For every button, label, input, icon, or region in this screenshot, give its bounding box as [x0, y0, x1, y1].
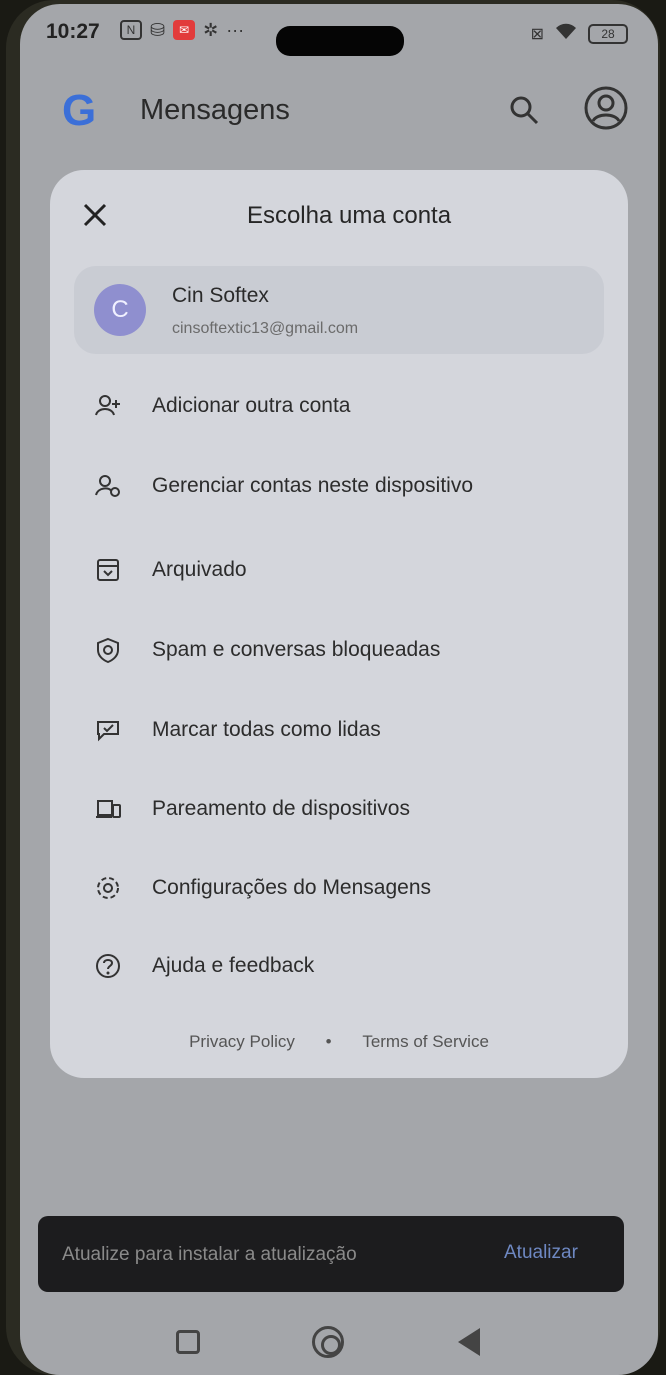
update-snackbar: Atualize para instalar a atualização Atu…: [38, 1216, 624, 1292]
wifi-icon: [554, 22, 578, 45]
menu-item-label: Configurações do Mensagens: [152, 876, 432, 899]
menu-item-add-account[interactable]: Adicionar outra conta: [94, 384, 350, 428]
menu-item-label: Arquivado: [152, 558, 247, 581]
phone-frame: 10:27 N ⛁ ✉ ✲ ··· ⊠ 28 G Mensagens Escol…: [0, 0, 666, 1375]
help-icon: [94, 952, 122, 980]
manage-accounts-icon: [94, 472, 122, 500]
phone-bezel: 10:27 N ⛁ ✉ ✲ ··· ⊠ 28 G Mensagens Escol…: [6, 0, 660, 1375]
search-icon[interactable]: [508, 94, 540, 126]
menu-item-spam[interactable]: Spam e conversas bloqueadas: [94, 628, 440, 672]
account-name: Cin Softex: [172, 284, 269, 307]
battery-icon: 28: [588, 23, 628, 44]
mark-read-icon: [94, 716, 122, 744]
archive-icon: [94, 556, 122, 584]
settings-notification-icon: ✲: [203, 20, 219, 40]
menu-item-label: Spam e conversas bloqueadas: [152, 638, 441, 661]
gear-icon: [94, 874, 122, 902]
status-icons-right: ⊠ 28: [531, 22, 628, 45]
devices-icon: [94, 795, 122, 823]
add-person-icon: [94, 392, 122, 420]
menu-item-settings[interactable]: Configurações do Mensagens: [94, 866, 431, 910]
account-icon[interactable]: [582, 84, 630, 132]
notification-app-icon: ✉: [173, 20, 196, 40]
navigation-bar: [20, 1314, 658, 1374]
no-sim-icon: ⊠: [530, 25, 544, 43]
status-bar: 10:27 N ⛁ ✉ ✲ ··· ⊠ 28: [20, 4, 658, 64]
menu-item-device-pairing[interactable]: Pareamento de dispositivos: [94, 787, 410, 831]
menu-item-archived[interactable]: Arquivado: [94, 548, 247, 592]
home-button[interactable]: [312, 1326, 344, 1358]
menu-item-mark-all-read[interactable]: Marcar todas como lidas: [94, 708, 381, 752]
footer-separator: •: [325, 1032, 332, 1051]
shield-icon: [94, 636, 122, 664]
avatar: C: [94, 284, 146, 336]
screen: 10:27 N ⛁ ✉ ✲ ··· ⊠ 28 G Mensagens Escol…: [20, 4, 658, 1375]
app-bar: G Mensagens: [20, 74, 658, 144]
current-account-card[interactable]: C Cin Softex cinsoftextic13@gmail.com: [74, 266, 604, 354]
account-email: cinsoftextic13@gmail.com: [172, 320, 359, 337]
account-dialog: Escolha uma conta C Cin Softex cinsoftex…: [50, 170, 628, 1078]
privacy-policy-link[interactable]: Privacy Policy: [189, 1032, 295, 1052]
nfc-icon: N: [120, 20, 142, 40]
menu-item-label: Ajuda e feedback: [152, 954, 315, 977]
back-button[interactable]: [458, 1328, 480, 1356]
status-icons-left: N ⛁ ✉ ✲ ···: [120, 20, 244, 41]
status-time: 10:27: [46, 20, 100, 43]
snackbar-message: Atualize para instalar a atualização: [62, 1244, 357, 1265]
camera-notch: [276, 26, 404, 56]
dialog-title: Escolha uma conta: [246, 202, 452, 229]
menu-item-help-feedback[interactable]: Ajuda e feedback: [94, 944, 314, 988]
recents-button[interactable]: [176, 1330, 200, 1354]
dialog-footer: Privacy Policy • Terms of Service: [50, 1032, 628, 1052]
more-notifications-icon: ···: [226, 20, 245, 40]
menu-item-label: Marcar todas como lidas: [152, 718, 381, 741]
menu-item-label: Adicionar outra conta: [152, 394, 351, 417]
google-logo: G: [62, 86, 97, 135]
menu-item-manage-accounts[interactable]: Gerenciar contas neste dispositivo: [94, 464, 473, 508]
menu-item-label: Pareamento de dispositivos: [152, 797, 410, 820]
terms-of-service-link[interactable]: Terms of Service: [362, 1032, 489, 1052]
update-button[interactable]: Atualizar: [504, 1242, 578, 1264]
app-title: Mensagens: [140, 94, 290, 126]
sim-icon: ⛁: [150, 20, 166, 40]
menu-item-label: Gerenciar contas neste dispositivo: [152, 474, 473, 497]
